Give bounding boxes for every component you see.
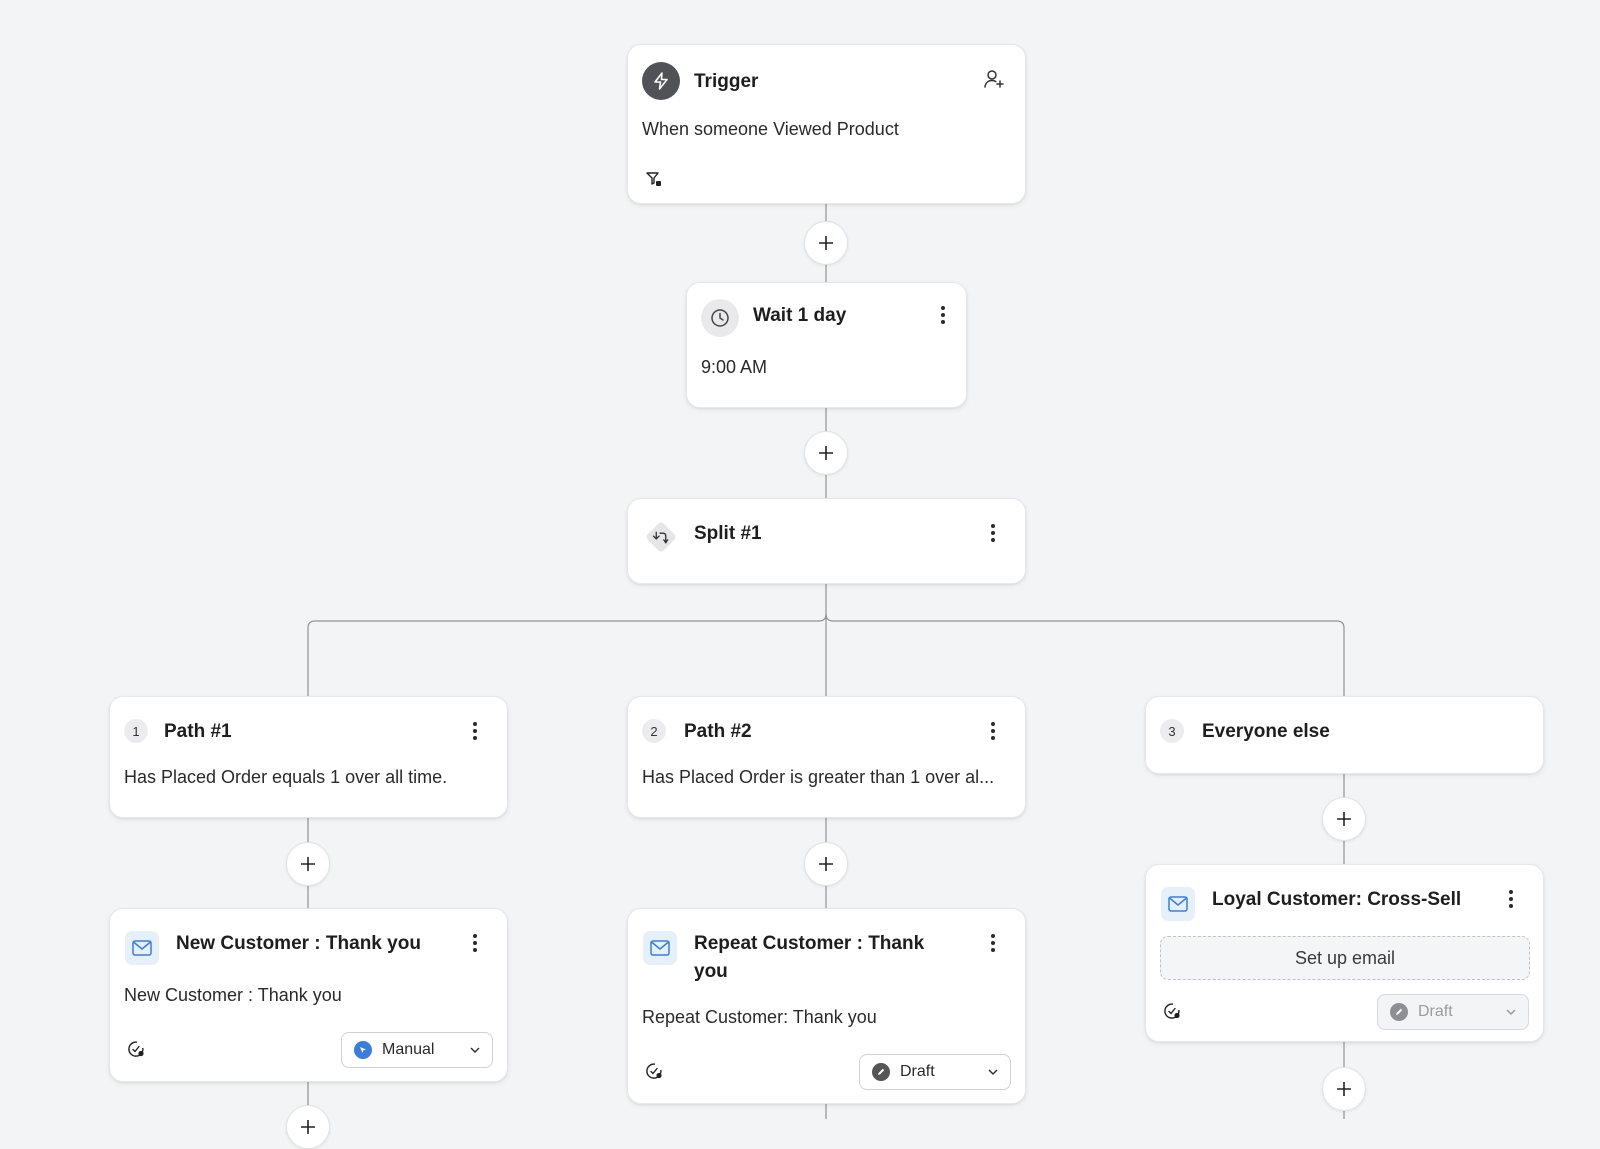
smart-sending-icon[interactable] [644,1061,664,1081]
lightning-icon [642,62,680,100]
wait-title: Wait 1 day [753,305,847,326]
add-step-button[interactable] [804,842,848,886]
mail-icon [1161,887,1195,921]
email-more-icon[interactable] [1501,887,1521,911]
email-more-icon[interactable] [983,931,1003,955]
chevron-down-icon [470,1047,480,1054]
chevron-down-icon [988,1069,998,1076]
status-dropdown[interactable]: Manual [341,1032,493,1068]
draft-status-icon [872,1063,890,1081]
split-more-icon[interactable] [983,521,1003,545]
path-number-badge: 1 [124,719,148,743]
wait-more-icon[interactable] [933,303,953,327]
add-step-button[interactable] [804,221,848,265]
path-condition: Has Placed Order equals 1 over all time. [124,767,448,787]
manual-status-icon [354,1041,372,1059]
path-number-badge: 2 [642,719,666,743]
email-subject: Repeat Customer: Thank you [642,1007,877,1027]
email-card-loyal-customer[interactable]: Loyal Customer: Cross-Sell Set up email … [1145,864,1544,1042]
path-condition: Has Placed Order is greater than 1 over … [642,767,995,787]
add-step-button[interactable] [286,842,330,886]
trigger-title: Trigger [694,71,759,92]
filter-icon[interactable] [644,169,664,189]
wait-time: 9:00 AM [701,357,768,377]
mail-icon [125,931,159,965]
path-card-3[interactable]: 3 Everyone else [1145,696,1544,774]
path-card-1[interactable]: 1 Path #1 Has Placed Order equals 1 over… [109,696,508,818]
flow-canvas: Trigger When someone Viewed Product Wait… [0,0,1600,1149]
status-dropdown[interactable]: Draft [859,1054,1011,1090]
trigger-card[interactable]: Trigger When someone Viewed Product [627,44,1026,204]
email-card-new-customer[interactable]: New Customer : Thank you New Customer : … [109,908,508,1082]
draft-status-icon [1390,1003,1408,1021]
add-step-button[interactable] [1322,797,1366,841]
status-label: Manual [382,1041,435,1058]
trigger-description: When someone Viewed Product [642,119,899,139]
split-title: Split #1 [694,523,762,544]
add-person-icon[interactable] [982,67,1006,91]
mail-icon [643,931,677,965]
path-title: Path #2 [684,721,752,742]
add-step-button[interactable] [804,431,848,475]
status-label: Draft [1418,1003,1453,1020]
email-title-line-1: Repeat Customer : Thank [694,933,925,954]
path-more-icon[interactable] [983,719,1003,743]
add-step-button[interactable] [1322,1067,1366,1111]
wait-card[interactable]: Wait 1 day 9:00 AM [686,282,967,408]
add-step-button[interactable] [286,1105,330,1149]
split-card[interactable]: Split #1 [627,498,1026,584]
status-label: Draft [900,1063,935,1080]
email-title: New Customer : Thank you [176,933,421,954]
path-title: Path #1 [164,721,232,742]
status-dropdown[interactable]: Draft [1377,994,1529,1030]
email-more-icon[interactable] [465,931,485,955]
path-number-badge: 3 [1160,719,1184,743]
chevron-down-icon [1506,1009,1516,1016]
path-title: Everyone else [1202,721,1330,742]
path-more-icon[interactable] [465,719,485,743]
set-up-email-button[interactable]: Set up email [1160,936,1530,980]
smart-sending-icon[interactable] [1162,1001,1182,1021]
clock-icon [701,299,739,337]
email-title: Loyal Customer: Cross-Sell [1212,889,1462,910]
email-card-repeat-customer[interactable]: Repeat Customer : Thank you Repeat Custo… [627,908,1026,1104]
split-icon [642,518,680,556]
email-title-line-2: you [694,961,728,982]
smart-sending-icon[interactable] [126,1039,146,1059]
email-subject: New Customer : Thank you [124,985,342,1005]
path-card-2[interactable]: 2 Path #2 Has Placed Order is greater th… [627,696,1026,818]
